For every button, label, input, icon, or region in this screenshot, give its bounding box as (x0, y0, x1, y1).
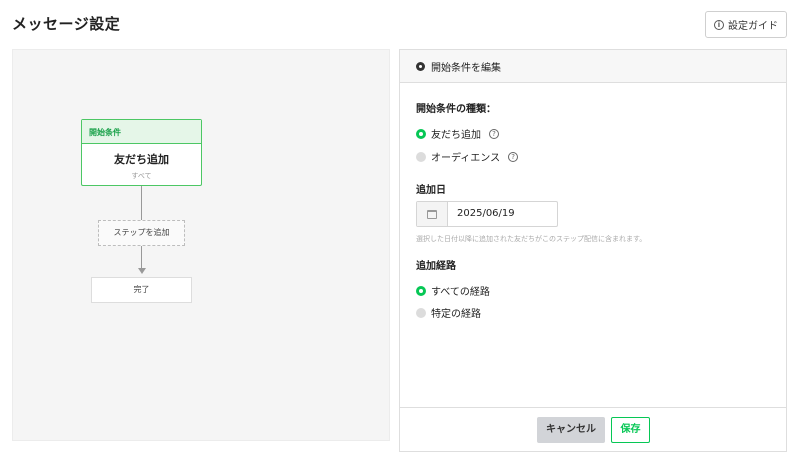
info-icon: i (714, 19, 724, 30)
end-node: 完了 (91, 277, 192, 303)
radio-label: オーディエンス (431, 153, 501, 164)
start-condition-node[interactable]: 開始条件 友だち追加 すべて (81, 119, 202, 186)
condition-type-label: 開始条件の種類： (416, 104, 496, 115)
radio-specific-route[interactable]: 特定の経路 (416, 305, 481, 320)
radio-label: すべての経路 (431, 287, 490, 298)
help-icon[interactable]: ? (489, 128, 499, 139)
radio-label: 特定の経路 (431, 309, 481, 320)
radio-audience[interactable]: オーディエンス ? (416, 149, 519, 164)
panel-header-title: 開始条件を編集 (431, 62, 501, 74)
settings-guide-label: 設定ガイド (728, 21, 778, 32)
route-label: 追加経路 (416, 261, 456, 272)
help-icon[interactable]: ? (508, 151, 519, 162)
panel-header: 開始条件を編集 (400, 50, 786, 83)
start-node-subtitle: すべて (131, 172, 152, 180)
add-step-button[interactable]: ステップを追加 (98, 220, 185, 246)
flow-canvas: 開始条件 友だち追加 すべて ステップを追加 完了 (12, 49, 390, 441)
radio-selected-icon (416, 285, 426, 296)
settings-guide-button[interactable]: i 設定ガイド (705, 11, 787, 38)
calendar-button[interactable] (417, 202, 448, 226)
arrow-down-icon (138, 268, 146, 274)
radio-label: 友だち追加 (431, 130, 481, 141)
start-node-title: 友だち追加 (114, 153, 169, 166)
page-title: メッセージ設定 (12, 15, 121, 33)
connector-line (141, 186, 142, 220)
date-hint: 選択した日付以降に追加された友だちがこのステップ配信に含まれます。 (416, 235, 647, 243)
radio-unselected-icon (416, 151, 426, 162)
edit-condition-panel: 開始条件を編集 開始条件の種類： 友だち追加 ? オーディエンス ? 追加日 2… (399, 49, 787, 452)
date-picker[interactable]: 2025/06/19 (416, 201, 558, 227)
radio-unselected-icon (416, 307, 426, 318)
radio-all-routes[interactable]: すべての経路 (416, 283, 490, 298)
edit-icon (416, 61, 425, 71)
start-node-header: 開始条件 (82, 120, 201, 144)
save-button[interactable]: 保存 (611, 417, 650, 443)
panel-footer: キャンセル 保存 (400, 407, 786, 451)
radio-friend-add[interactable]: 友だち追加 ? (416, 126, 499, 141)
connector-line (141, 246, 142, 268)
date-value[interactable]: 2025/06/19 (448, 202, 515, 226)
cancel-button[interactable]: キャンセル (537, 417, 605, 443)
date-label: 追加日 (416, 185, 446, 196)
radio-selected-icon (416, 128, 426, 139)
calendar-icon (427, 209, 437, 219)
